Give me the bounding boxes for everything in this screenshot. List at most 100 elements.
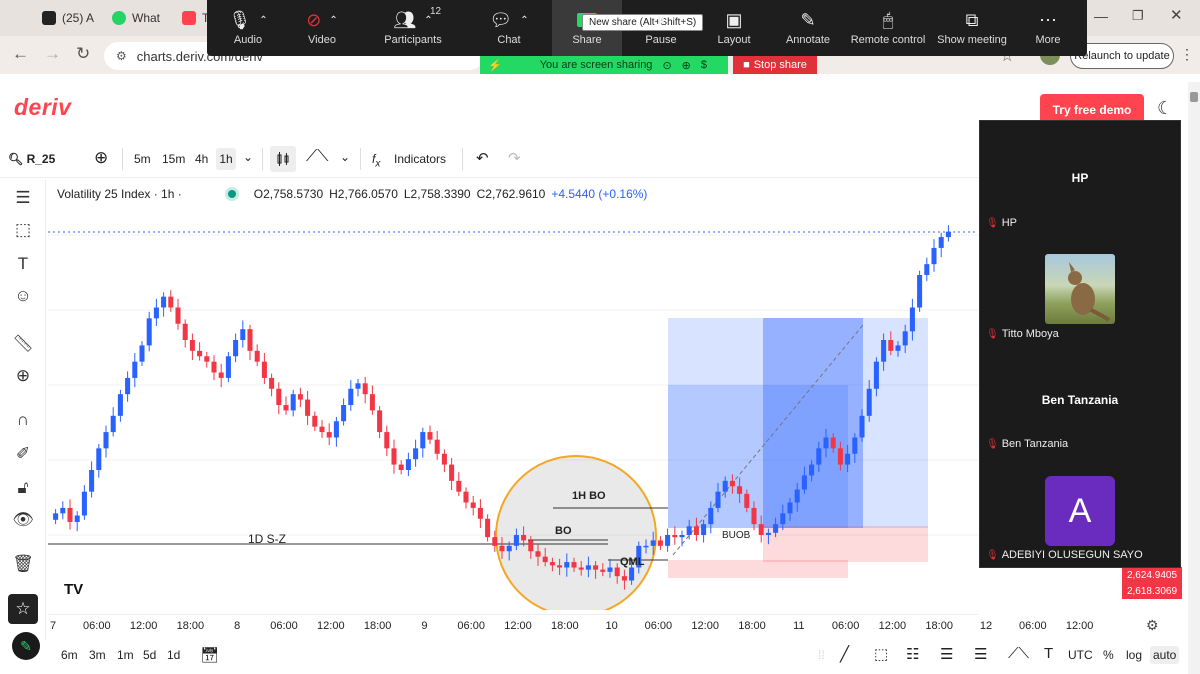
- stop-icon: ■: [743, 59, 750, 71]
- indicators-button[interactable]: Indicators: [394, 152, 446, 166]
- horizontal-lines-icon[interactable]: ☰: [940, 645, 953, 663]
- symbol-search[interactable]: 🔍︎ R_25: [8, 152, 55, 166]
- microphone-icon: 🎙︎ ⌃: [228, 9, 268, 30]
- page-scrollbar[interactable]: [1188, 82, 1200, 674]
- percent-scale[interactable]: %: [1103, 648, 1114, 662]
- time-axis[interactable]: 7 06:00 12:00 18:00 8 06:00 12:00 18:00 9 06:00 12…: [48, 614, 1093, 636]
- zoom-in-tool-icon[interactable]: ⊕: [11, 364, 35, 388]
- minimize-icon[interactable]: —: [1094, 8, 1108, 24]
- text-tool-icon[interactable]: T: [11, 252, 35, 276]
- close-icon[interactable]: ✕: [1170, 6, 1183, 24]
- timezone-utc[interactable]: UTC: [1068, 648, 1093, 662]
- participant-name: ADEBIYI OLUSEGUN SAYO: [1001, 549, 1143, 561]
- axis-settings-icon[interactable]: ⚙: [1146, 617, 1159, 634]
- candle-up: [794, 489, 800, 503]
- emoji-tool-icon[interactable]: ☺: [11, 284, 35, 308]
- text-icon[interactable]: T: [1044, 645, 1053, 662]
- chart-svg[interactable]: 1D S-Z 1H BO BO QML BUOB TV: [48, 200, 978, 610]
- trash-icon[interactable]: 🗑︎: [11, 552, 35, 576]
- price-tag-lower: 2,618.3069: [1122, 583, 1182, 599]
- fib-lines-icon[interactable]: ☰: [974, 645, 987, 663]
- candle-down: [672, 535, 678, 538]
- browser-tab[interactable]: (25) A: [42, 6, 94, 30]
- zoom-layout-button[interactable]: ▣ Layout: [698, 6, 770, 47]
- favorites-star-icon[interactable]: ☆: [8, 594, 38, 624]
- forward-icon[interactable]: →: [44, 44, 61, 64]
- range-1d[interactable]: 1d: [167, 648, 180, 662]
- price-chart[interactable]: 1D S-Z 1H BO BO QML BUOB TV: [48, 200, 978, 610]
- candle-down: [211, 361, 217, 373]
- stop-share-button[interactable]: ■ Stop share: [733, 56, 817, 74]
- pencil-lock-icon[interactable]: ✐: [11, 442, 35, 466]
- scrollbar-thumb[interactable]: [1190, 92, 1198, 102]
- annotation-circle: [495, 455, 657, 610]
- zoom-chat-button[interactable]: 💬︎ ⌃ Chat: [473, 6, 545, 47]
- interval-5m[interactable]: 5m: [134, 152, 151, 166]
- magnet-tool-icon[interactable]: ∩: [11, 408, 35, 432]
- eye-icon[interactable]: 👁︎: [11, 508, 35, 532]
- candle-down: [542, 556, 548, 563]
- zoom-annotate-button[interactable]: ✎ Annotate: [772, 6, 844, 47]
- auto-scale[interactable]: auto: [1150, 646, 1180, 664]
- candle-down: [449, 464, 455, 481]
- reload-icon[interactable]: ↻: [76, 44, 90, 64]
- log-scale[interactable]: log: [1126, 648, 1142, 662]
- toolbar-divider: [462, 148, 463, 170]
- browser-tab[interactable]: T: [182, 6, 209, 30]
- zoom-video-button[interactable]: ⊘ ⌃ Video: [286, 6, 358, 47]
- candle-down: [549, 562, 555, 566]
- zoom-remote-control-button[interactable]: 🖱︎ Remote control: [847, 6, 929, 47]
- candle-down: [737, 486, 743, 494]
- drag-handle-icon[interactable]: ⁞⁞: [818, 648, 825, 662]
- undo-icon[interactable]: ↶: [476, 149, 489, 167]
- back-icon[interactable]: ←: [12, 44, 29, 64]
- legend-close: C2,762.9610: [476, 187, 546, 201]
- redo-icon[interactable]: ↷: [508, 149, 521, 167]
- candle-down: [485, 518, 491, 538]
- line-chart-icon[interactable]: ⟋⟍: [306, 148, 328, 166]
- video-off-icon: ⊘ ⌃: [306, 9, 338, 30]
- compare-add-icon[interactable]: ⊕: [94, 148, 108, 168]
- zoom-audio-button[interactable]: 🎙︎ ⌃ Audio: [212, 6, 284, 47]
- rectangle-tool-icon[interactable]: ⬚: [11, 218, 35, 242]
- interval-1h[interactable]: 1h: [216, 148, 236, 170]
- candle-up: [117, 394, 123, 416]
- browser-menu-icon[interactable]: ⋮: [1180, 46, 1194, 63]
- rectangle-icon[interactable]: ⬚: [874, 645, 888, 663]
- ruler-tool-icon[interactable]: 📏︎: [11, 332, 35, 356]
- indicators-fx-icon[interactable]: fx: [372, 152, 380, 169]
- zoom-btn-label: Participants: [384, 34, 442, 46]
- candle-up: [506, 545, 512, 552]
- candlestick-type-icon[interactable]: [270, 146, 296, 172]
- site-info-icon[interactable]: ⚙: [116, 49, 127, 63]
- position-stop-zone-low: [668, 560, 848, 578]
- date-range-icon[interactable]: 📅︎: [200, 646, 219, 664]
- trend-line-icon[interactable]: ╱: [840, 645, 849, 663]
- lock-icon[interactable]: 🔓︎: [11, 476, 35, 500]
- chat-icon: 💬︎ ⌃: [489, 9, 529, 30]
- browser-tab[interactable]: What: [112, 6, 160, 30]
- zoom-more-button[interactable]: ⋯ More: [1012, 6, 1084, 47]
- deriv-logo[interactable]: deriv: [14, 94, 71, 121]
- path-icon[interactable]: ⟋⟍: [1008, 645, 1029, 662]
- stop-share-label: Stop share: [753, 59, 807, 71]
- candle-down: [175, 307, 181, 324]
- interval-4h[interactable]: 4h: [195, 152, 208, 166]
- range-6m[interactable]: 6m: [61, 648, 78, 662]
- range-5d[interactable]: 5d: [143, 648, 156, 662]
- theme-toggle-moon-icon[interactable]: ☾: [1157, 98, 1173, 119]
- range-3m[interactable]: 3m: [89, 648, 106, 662]
- range-1m[interactable]: 1m: [117, 648, 134, 662]
- edit-pencil-icon[interactable]: ✎: [12, 632, 40, 660]
- zoom-show-meeting-button[interactable]: ⧉ Show meeting: [932, 6, 1012, 47]
- candle-up: [715, 491, 721, 508]
- chevron-down-icon[interactable]: ⌄: [340, 150, 350, 164]
- zoom-pause-button[interactable]: ⏸︎ Pause: [625, 6, 697, 47]
- crosshair-menu-icon[interactable]: ☰: [11, 186, 35, 210]
- settings-sliders-icon[interactable]: ☷: [906, 645, 919, 663]
- chevron-down-icon[interactable]: ⌄: [243, 150, 253, 164]
- restore-icon[interactable]: ❐: [1132, 8, 1144, 24]
- interval-15m[interactable]: 15m: [162, 152, 185, 166]
- candle-up: [585, 565, 591, 570]
- pause-icon: ⏸︎: [656, 9, 666, 30]
